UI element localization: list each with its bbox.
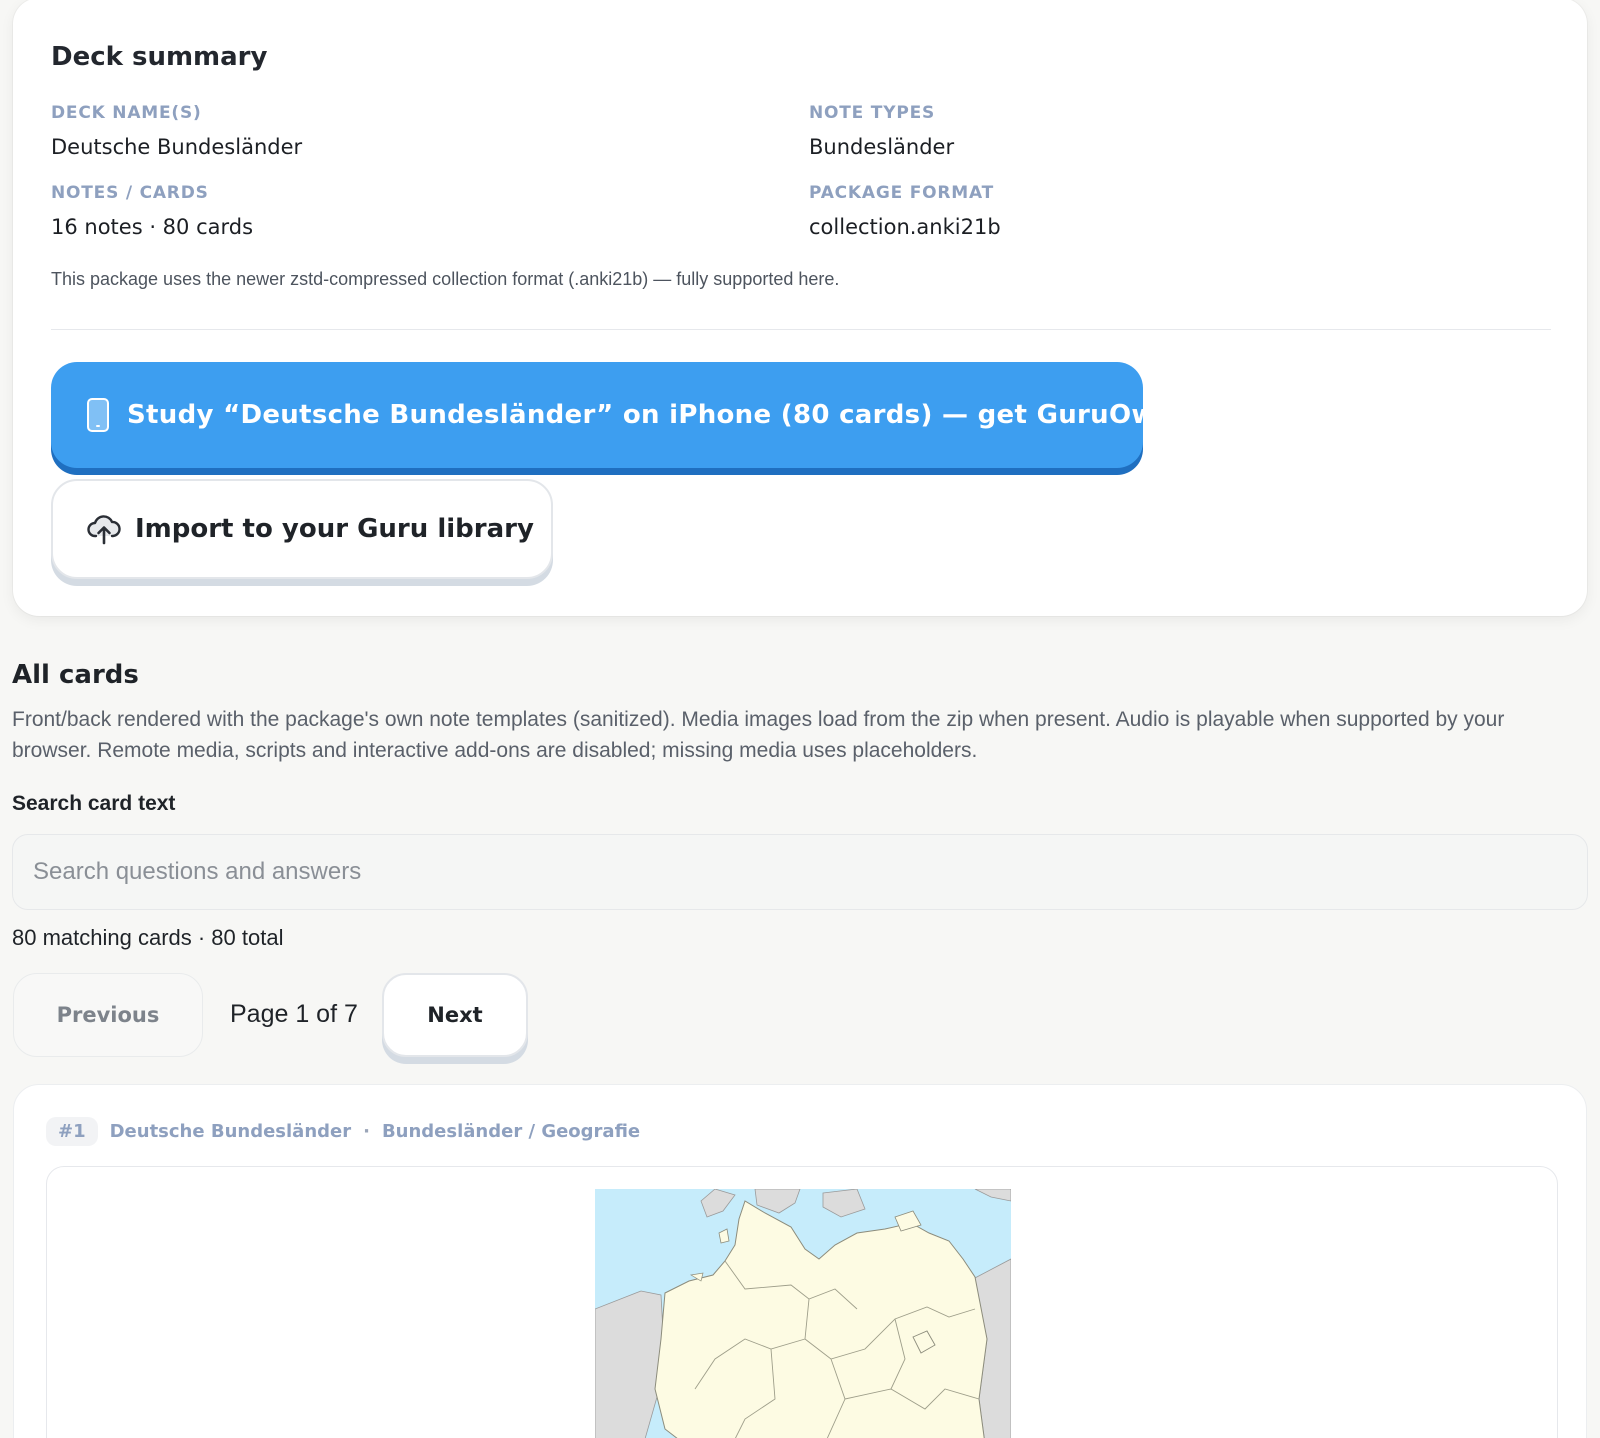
all-cards-heading: All cards xyxy=(12,660,139,690)
phone-icon xyxy=(87,398,109,432)
map-graphic xyxy=(594,1188,1012,1438)
deck-summary-card: Deck summary DECK NAME(S) Deutsche Bunde… xyxy=(13,0,1587,616)
page-indicator: Page 1 of 7 xyxy=(230,1000,358,1028)
study-button-label: Study “Deutsche Bundesländer” on iPhone … xyxy=(127,400,1165,430)
card-deck-name: Deutsche Bundesländer xyxy=(109,1121,352,1142)
next-page-button[interactable]: Next xyxy=(382,973,528,1057)
notes-cards-value: 16 notes · 80 cards xyxy=(51,215,254,239)
package-format-label: PACKAGE FORMAT xyxy=(809,183,995,203)
note-types-value: Bundesländer xyxy=(809,135,955,159)
import-button-label: Import to your Guru library xyxy=(135,514,534,544)
deck-names-label: DECK NAME(S) xyxy=(51,103,202,123)
card-item: #1 Deutsche Bundesländer · Bundesländer … xyxy=(13,1084,1587,1438)
germany-map-image xyxy=(594,1188,1012,1438)
search-input[interactable] xyxy=(12,834,1588,910)
match-count: 80 matching cards · 80 total xyxy=(12,925,284,950)
card-number-badge: #1 xyxy=(46,1117,98,1146)
meta-separator: · xyxy=(363,1121,370,1142)
import-to-library-button[interactable]: Import to your Guru library xyxy=(51,479,553,579)
all-cards-description: Front/back rendered with the package's o… xyxy=(12,708,1505,762)
card-front xyxy=(46,1166,1558,1438)
study-on-iphone-button[interactable]: Study “Deutsche Bundesländer” on iPhone … xyxy=(51,362,1165,468)
package-format-value: collection.anki21b xyxy=(809,215,1001,239)
divider xyxy=(51,329,1551,330)
previous-page-button[interactable]: Previous xyxy=(13,973,203,1057)
format-note: This package uses the newer zstd-compres… xyxy=(51,269,840,289)
note-types-label: NOTE TYPES xyxy=(809,103,936,123)
cloud-upload-icon xyxy=(87,515,121,545)
card-note-type: Bundesländer / Geografie xyxy=(381,1121,641,1142)
card-meta: #1 Deutsche Bundesländer · Bundesländer … xyxy=(46,1117,640,1146)
search-label: Search card text xyxy=(12,792,176,815)
notes-cards-label: NOTES / CARDS xyxy=(51,183,209,203)
deck-names-value: Deutsche Bundesländer xyxy=(51,135,303,159)
summary-title: Deck summary xyxy=(51,42,268,72)
